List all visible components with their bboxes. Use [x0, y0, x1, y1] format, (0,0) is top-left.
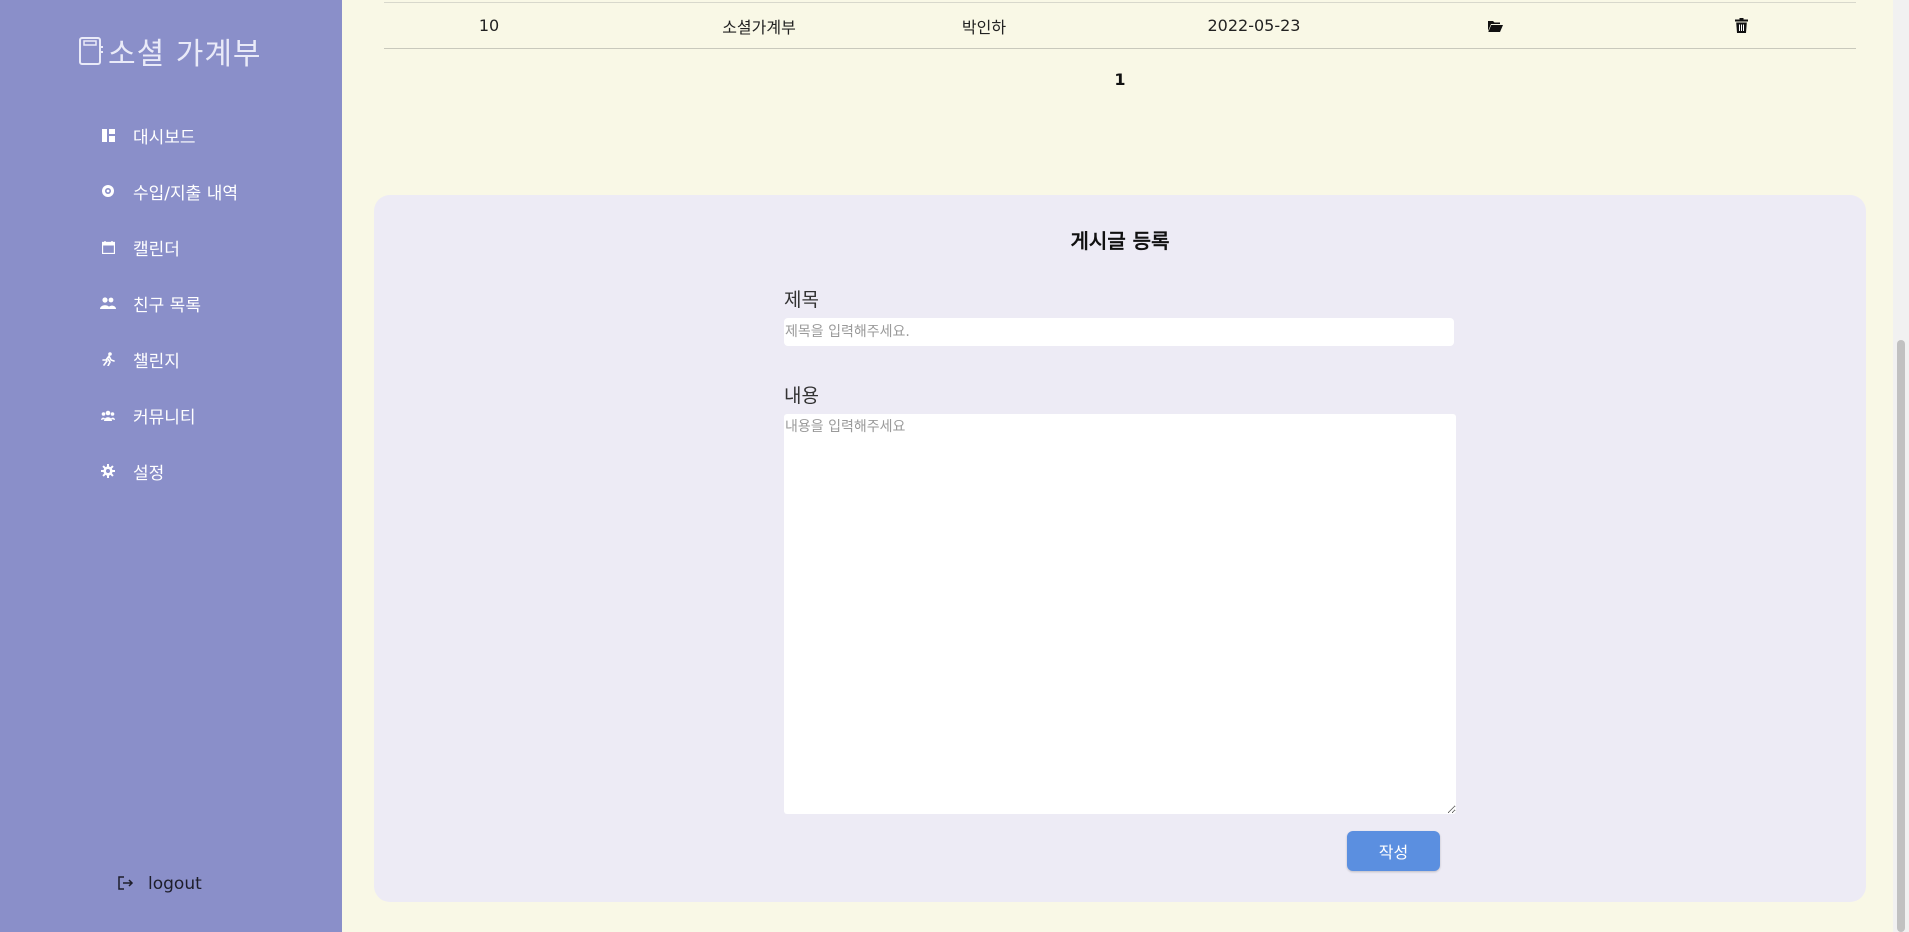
calendar-icon [100, 239, 116, 255]
sidebar-item-friends[interactable]: 친구 목록 [100, 275, 238, 331]
gear-icon [100, 463, 116, 479]
folder-open-icon[interactable] [1480, 3, 1510, 48]
post-number: 10 [478, 16, 500, 35]
sidebar-item-label: 챌린지 [133, 351, 180, 372]
brand[interactable]: 소셜 가계부 [78, 30, 262, 72]
form-heading: 게시글 등록 [1070, 229, 1170, 253]
content-label: 내용 [784, 385, 819, 407]
sidebar-item-label: 캘린더 [133, 239, 180, 260]
sidebar-item-label: 설정 [133, 463, 165, 484]
logout-label: logout [148, 874, 202, 894]
sidebar-item-community[interactable]: 커뮤니티 [100, 387, 238, 443]
sidebar-item-calendar[interactable]: 캘린더 [100, 219, 238, 275]
community-icon [100, 407, 116, 423]
page-scrollbar[interactable] [1893, 0, 1909, 932]
submit-button[interactable]: 작성 [1347, 831, 1440, 871]
post-author: 박인하 [961, 17, 1007, 37]
title-label: 제목 [784, 289, 819, 311]
users-icon [100, 295, 116, 311]
post-title[interactable]: 소셜가계부 [684, 3, 834, 48]
running-icon [100, 351, 116, 367]
title-input[interactable] [784, 318, 1454, 346]
sidebar-item-settings[interactable]: 설정 [100, 443, 238, 499]
ledger-icon [78, 36, 104, 66]
dashboard-icon [100, 127, 116, 143]
content-textarea[interactable] [784, 414, 1456, 814]
brand-title: 소셜 가계부 [108, 37, 262, 72]
sidebar-item-challenge[interactable]: 챌린지 [100, 331, 238, 387]
sidebar-item-label: 수입/지출 내역 [133, 183, 238, 204]
sidebar-item-label: 친구 목록 [133, 295, 201, 316]
sidebar-item-label: 대시보드 [133, 127, 196, 148]
sidebar-nav: 대시보드 수입/지출 내역 캘린더 친구 목록 챌린지 커뮤니티 설정 [100, 107, 238, 499]
sidebar-item-dashboard[interactable]: 대시보드 [100, 107, 238, 163]
sidebar-item-label: 커뮤니티 [133, 407, 196, 428]
sign-out-icon [118, 875, 134, 894]
post-date: 2022-05-23 [1207, 16, 1301, 35]
logout-button[interactable]: logout [118, 874, 202, 894]
post-form-panel: 게시글 등록 제목 내용 작성 [374, 195, 1866, 902]
pagination-page-1[interactable]: 1 [1100, 70, 1140, 89]
sidebar: 소셜 가계부 대시보드 수입/지출 내역 캘린더 친구 목록 챌린지 커뮤니티 … [0, 0, 342, 932]
trash-icon[interactable] [1726, 3, 1756, 48]
table-row[interactable]: 10 소셜가계부 박인하 2022-05-23 [384, 2, 1856, 49]
piggy-bank-icon [100, 183, 116, 199]
scrollbar-thumb[interactable] [1897, 340, 1905, 932]
sidebar-item-transactions[interactable]: 수입/지출 내역 [100, 163, 238, 219]
